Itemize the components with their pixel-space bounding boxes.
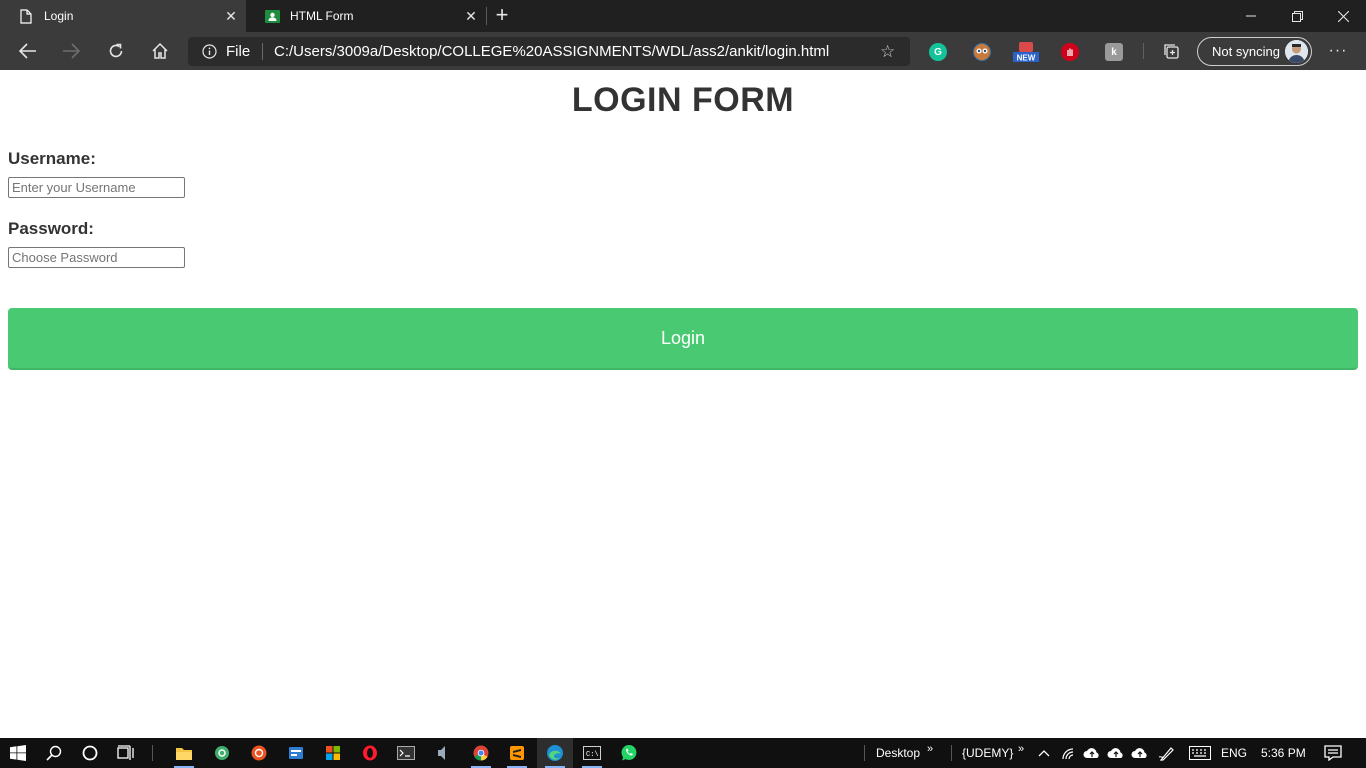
svg-text:C:\: C:\ xyxy=(586,751,599,759)
desktop-toolbar[interactable]: Desktop xyxy=(876,746,920,760)
password-input[interactable] xyxy=(8,247,185,268)
more-menu-button[interactable]: ··· xyxy=(1326,38,1350,64)
taskbar-divider xyxy=(951,745,952,761)
chevron-right-icon[interactable]: » xyxy=(927,743,933,755)
stop-hand-extension-icon[interactable] xyxy=(1061,43,1079,61)
avatar xyxy=(1285,40,1308,63)
keyboard-icon[interactable] xyxy=(1189,743,1211,763)
favorite-star-icon[interactable]: ☆ xyxy=(880,42,895,62)
refresh-icon xyxy=(109,43,123,58)
k-extension-icon[interactable]: k xyxy=(1105,43,1123,61)
app-blue-icon[interactable] xyxy=(286,743,306,763)
windows-store-icon[interactable] xyxy=(323,743,343,763)
new-tab-button[interactable]: + xyxy=(492,4,512,28)
url-text[interactable]: C:/Users/3009a/Desktop/COLLEGE%20ASSIGNM… xyxy=(274,43,829,60)
opera-icon[interactable] xyxy=(360,743,380,763)
back-arrow-icon xyxy=(19,43,36,59)
tab-html-form[interactable]: HTML Form ✕ xyxy=(246,0,486,32)
toolbar-divider xyxy=(1143,43,1144,59)
cloud-icon[interactable] xyxy=(1082,743,1102,763)
task-view-icon[interactable] xyxy=(116,743,136,763)
chevron-up-icon[interactable] xyxy=(1034,743,1054,763)
page-title: LOGIN FORM xyxy=(571,81,795,119)
restore-button[interactable] xyxy=(1274,0,1320,32)
whatsapp-icon[interactable] xyxy=(619,743,639,763)
chrome-icon[interactable] xyxy=(471,743,491,763)
tab-divider xyxy=(486,7,487,25)
audio-app-icon[interactable] xyxy=(433,743,453,763)
collections-icon xyxy=(1164,44,1179,59)
terminal-icon[interactable] xyxy=(396,743,416,763)
app-green-icon[interactable] xyxy=(212,743,232,763)
address-bar[interactable]: File C:/Users/3009a/Desktop/COLLEGE%20AS… xyxy=(188,37,910,66)
browser-toolbar: File C:/Users/3009a/Desktop/COLLEGE%20AS… xyxy=(0,32,1366,70)
new-badge-text: NEW xyxy=(1017,54,1036,63)
clock[interactable]: 5:36 PM xyxy=(1261,746,1306,760)
close-window-button[interactable] xyxy=(1320,0,1366,32)
pen-icon[interactable] xyxy=(1157,743,1177,763)
grammarly-icon[interactable]: G xyxy=(929,43,947,61)
close-tab-icon[interactable]: ✕ xyxy=(224,9,238,23)
tab-strip: Login ✕ HTML Form ✕ + xyxy=(0,0,1366,32)
collections-button[interactable] xyxy=(1157,36,1187,66)
scheme-label: File xyxy=(226,43,251,60)
udemy-toolbar[interactable]: {UDEMY} xyxy=(962,746,1013,760)
info-icon[interactable] xyxy=(202,44,217,59)
windows-taskbar: C:\ Desktop » {UDEMY} » ENG 5:36 PM xyxy=(0,738,1366,768)
profile-sync-button[interactable]: Not syncing xyxy=(1197,37,1312,66)
address-divider xyxy=(262,43,263,60)
minimize-button[interactable] xyxy=(1228,0,1274,32)
taskbar-divider xyxy=(152,745,153,761)
tab-title: HTML Form xyxy=(290,9,354,23)
login-button[interactable]: Login xyxy=(8,308,1358,370)
form-favicon xyxy=(264,8,280,24)
edge-icon[interactable] xyxy=(545,743,565,763)
file-explorer-icon[interactable] xyxy=(174,743,194,763)
ubuntu-icon[interactable] xyxy=(249,743,269,763)
sublime-text-icon[interactable] xyxy=(507,743,527,763)
network-icon[interactable] xyxy=(1059,743,1079,763)
close-tab-icon[interactable]: ✕ xyxy=(464,9,478,23)
tab-title: Login xyxy=(44,9,74,23)
search-icon[interactable] xyxy=(44,743,64,763)
notifications-icon[interactable] xyxy=(1323,743,1343,763)
refresh-button[interactable] xyxy=(101,36,131,66)
forward-button[interactable] xyxy=(56,36,86,66)
password-label: Password: xyxy=(8,219,94,238)
cmd-icon[interactable]: C:\ xyxy=(582,743,602,763)
home-button[interactable] xyxy=(145,36,175,66)
cloud-icon[interactable] xyxy=(1106,743,1126,763)
chevron-right-icon[interactable]: » xyxy=(1018,743,1024,755)
new-badge-extension-icon[interactable]: NEW xyxy=(1013,42,1039,63)
cloud-icon[interactable] xyxy=(1130,743,1150,763)
taskbar-divider xyxy=(864,745,865,761)
tab-login[interactable]: Login ✕ xyxy=(0,0,246,32)
username-label: Username: xyxy=(8,149,96,168)
windows-start-icon[interactable] xyxy=(8,743,28,763)
page-content: LOGIN FORM Username: Password: Login xyxy=(0,70,1366,738)
language-indicator[interactable]: ENG xyxy=(1221,746,1247,760)
sync-status-label: Not syncing xyxy=(1212,44,1280,59)
home-icon xyxy=(152,42,168,59)
username-input[interactable] xyxy=(8,177,185,198)
back-button[interactable] xyxy=(13,36,43,66)
page-icon xyxy=(18,8,34,24)
cortana-icon[interactable] xyxy=(80,743,100,763)
owl-extension-icon[interactable] xyxy=(973,43,991,61)
forward-arrow-icon xyxy=(63,43,80,59)
